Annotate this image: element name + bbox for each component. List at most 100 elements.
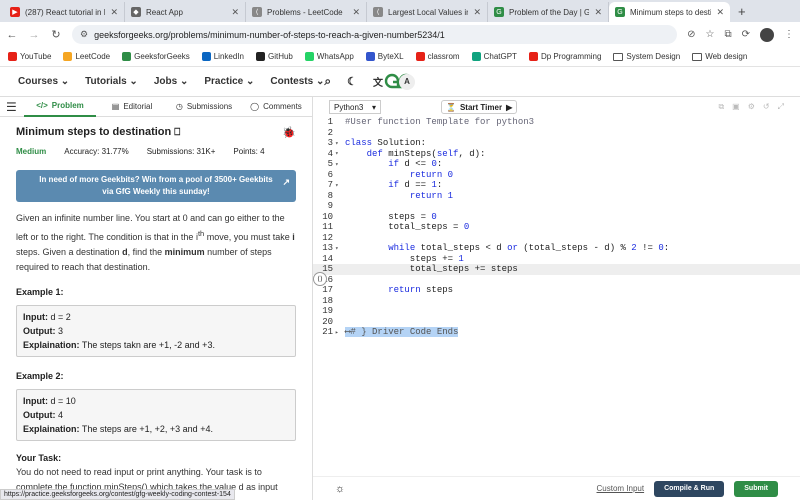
extensions-icon[interactable]: ⧉ — [724, 29, 731, 40]
custom-input-link[interactable]: Custom Input — [597, 484, 645, 493]
geekbits-banner[interactable]: In need of more Geekbits? Win from a poo… — [16, 170, 296, 202]
bookmark-item[interactable]: LeetCode — [63, 52, 110, 61]
kebab-menu-icon[interactable]: ⋮ — [784, 29, 794, 40]
url-field[interactable]: ⚙ geeksforgeeks.org/problems/minimum-num… — [72, 25, 678, 44]
profile-avatar[interactable] — [760, 27, 774, 42]
forward-arrow-icon[interactable]: → — [28, 29, 40, 41]
tab-title: Problems - LeetCode — [267, 7, 343, 17]
sync-icon[interactable]: ⟳ — [742, 29, 750, 40]
panel-resize-handle[interactable]: ⟨⟩ — [313, 272, 327, 286]
close-icon[interactable]: ✕ — [473, 7, 481, 18]
gfg-menu-item[interactable]: Practice ⌄ — [204, 76, 254, 87]
browser-tab[interactable]: G Problem of the Day | Geek ✕ — [488, 2, 609, 22]
bookmark-icon[interactable]: ⎕ — [174, 127, 180, 138]
fold-toggle-icon[interactable]: ▾ — [335, 150, 343, 157]
bookmark-item[interactable]: LinkedIn — [201, 52, 244, 61]
close-icon[interactable]: ✕ — [110, 7, 118, 18]
new-tab-icon[interactable]: + — [730, 2, 754, 22]
problem-description: Given an infinite number line. You start… — [16, 211, 296, 275]
example-input: d = 2 — [50, 312, 71, 322]
bookmark-item[interactable]: GitHub — [255, 52, 293, 61]
bookmark-label: YouTube — [20, 52, 52, 61]
line-number: 5 — [327, 159, 333, 170]
external-link-icon[interactable]: ↗ — [282, 176, 290, 188]
browser-tab[interactable]: ⟨ Largest Local Values in a ✕ — [367, 2, 488, 22]
bookmark-item[interactable]: WhatsApp — [304, 52, 354, 61]
tab-problem[interactable]: </> Problem — [24, 97, 96, 117]
tab-title: (287) React tutorial in Hin — [25, 7, 105, 17]
paste-icon[interactable]: ▣ — [732, 102, 740, 112]
desc-part: move, you must take — [204, 232, 293, 242]
browser-tab[interactable]: ⟨ Problems - LeetCode ✕ — [246, 2, 367, 22]
back-arrow-icon[interactable]: ← — [6, 29, 18, 41]
user-avatar[interactable]: A — [398, 73, 415, 90]
bookmark-item[interactable]: System Design — [613, 52, 680, 61]
close-icon[interactable]: ✕ — [231, 7, 239, 18]
bookmark-favicon-icon — [365, 52, 375, 61]
desc-part: steps. Given a destination — [16, 247, 123, 257]
line-number: 1 — [327, 117, 333, 128]
bookmark-label: GitHub — [267, 52, 293, 61]
reload-icon[interactable]: ↻ — [50, 28, 62, 41]
bookmark-item[interactable]: ByteXL — [365, 52, 404, 61]
gfg-menu-item[interactable]: Courses ⌄ — [18, 76, 69, 87]
gfg-menu-item[interactable]: Jobs ⌄ — [154, 76, 189, 87]
bookmark-item[interactable]: YouTube — [8, 52, 51, 61]
example-output: 4 — [58, 410, 64, 420]
fold-toggle-icon[interactable]: ▾ — [335, 161, 343, 168]
tab-comments[interactable]: ◯ Comments — [240, 97, 312, 117]
tab-submissions[interactable]: ◷ Submissions — [168, 97, 240, 117]
submissions-stat: Submissions: 31K+ — [146, 147, 216, 156]
browser-tab[interactable]: ▶ (287) React tutorial in Hin ✕ — [4, 2, 125, 22]
example-heading: Example 2: — [16, 371, 64, 381]
browser-tab[interactable]: G Minimum steps to destin ✕ — [609, 2, 730, 22]
bookmark-item[interactable]: ChatGPT — [471, 52, 517, 61]
fold-toggle-icon[interactable]: ▾ — [335, 140, 343, 147]
tab-editorial-label: Editorial — [123, 102, 153, 111]
bookmark-item[interactable]: GeeksforGeeks — [122, 52, 190, 61]
settings-icon[interactable]: ⚙ — [748, 102, 755, 112]
line-number: 19 — [322, 306, 333, 317]
language-select[interactable]: Python3 ▾ — [329, 100, 381, 114]
fold-toggle-icon[interactable]: ▾ — [335, 182, 343, 189]
hamburger-icon[interactable]: ☰ — [0, 100, 24, 114]
tab-favicon-icon: ⟨ — [373, 7, 383, 17]
close-icon[interactable]: ✕ — [352, 7, 360, 18]
browser-tab[interactable]: ◆ React App ✕ — [125, 2, 246, 22]
theme-toggle-icon[interactable]: ☼ — [335, 483, 345, 495]
fullscreen-icon[interactable]: ⤢ — [778, 102, 784, 112]
desc-bold: minimum — [164, 247, 205, 257]
code-line: 6 return 0 — [313, 170, 800, 181]
submit-button[interactable]: Submit — [734, 480, 778, 497]
translate-icon[interactable]: 文 — [373, 74, 383, 89]
bookmark-favicon-icon — [304, 52, 314, 61]
fold-toggle-icon[interactable]: ▾ — [335, 245, 343, 252]
tab-favicon-icon: G — [615, 7, 625, 17]
star-icon[interactable]: ☆ — [706, 29, 715, 40]
desc-part: , find the — [127, 247, 165, 257]
bookmark-item[interactable]: Dp Programming — [528, 52, 602, 61]
code-editor[interactable]: 1 #User function Template for python3 2 3 ▾ c… — [313, 117, 800, 338]
close-icon[interactable]: ✕ — [716, 7, 724, 18]
search-icon[interactable]: ⌕ — [324, 74, 331, 89]
tab-editorial[interactable]: ▤ Editorial — [96, 97, 168, 117]
copy-icon[interactable]: ⧉ — [718, 102, 724, 112]
gfg-menu-item[interactable]: Contests ⌄ — [270, 76, 324, 87]
start-timer-button[interactable]: ⏳ Start Timer ▶ — [441, 100, 518, 114]
close-icon[interactable]: ✕ — [594, 7, 602, 18]
dark-mode-icon[interactable]: ☾ — [347, 75, 357, 88]
compile-run-button[interactable]: Compile & Run — [654, 480, 725, 497]
site-info-icon[interactable]: ⚙ — [80, 29, 88, 40]
eye-off-icon[interactable]: ⊘ — [687, 29, 695, 40]
timer-label: Start Timer — [459, 102, 503, 112]
reset-icon[interactable]: ↺ — [763, 102, 770, 112]
line-number: 4 — [327, 148, 333, 159]
explanation-label: Explaination: — [23, 424, 80, 434]
gfg-menu-item[interactable]: Tutorials ⌄ — [85, 76, 138, 87]
code-line: 15 total_steps += steps — [313, 264, 800, 275]
bookmark-label: Dp Programming — [540, 52, 602, 61]
bookmark-item[interactable]: classrom — [415, 52, 460, 61]
bug-report-icon[interactable]: 🐞 — [282, 126, 296, 139]
fold-toggle-icon[interactable]: ▸ — [335, 329, 343, 336]
bookmark-item[interactable]: Web design — [692, 52, 747, 61]
